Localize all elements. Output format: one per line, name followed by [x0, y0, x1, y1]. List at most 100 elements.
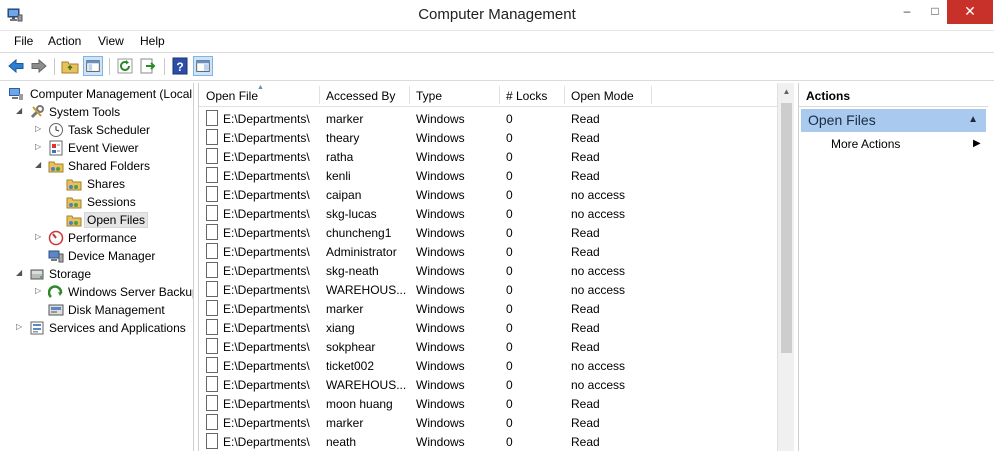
column-divider[interactable] — [564, 86, 565, 104]
column-divider[interactable] — [409, 86, 410, 104]
tree-item-shared-folders[interactable]: ◢ Shared Folders — [0, 157, 193, 175]
tree-item-shares[interactable]: Shares — [0, 175, 193, 193]
table-row[interactable]: E:\Departments\ WAREHOUS... Windows 0 no acc… — [199, 280, 777, 299]
shared-folder-icon — [66, 197, 82, 209]
file-icon — [206, 300, 218, 316]
column-header-open-file[interactable]: Open File — [206, 89, 258, 103]
tree-item-label: Shares — [87, 177, 126, 191]
cell-type: Windows — [416, 112, 465, 126]
column-header-open-mode[interactable]: Open Mode — [571, 89, 634, 103]
scrollbar-thumb[interactable] — [781, 103, 792, 353]
more-actions-item[interactable]: More Actions — [831, 137, 900, 151]
help-icon[interactable]: ? — [170, 56, 190, 76]
cell-locks: 0 — [506, 416, 513, 430]
expand-arrow-icon[interactable]: ▷ — [35, 287, 43, 295]
expand-arrow-icon[interactable]: ▷ — [35, 233, 43, 241]
menu-action[interactable]: Action — [48, 34, 81, 48]
list-vertical-scrollbar[interactable]: ▲ — [777, 83, 794, 451]
table-row[interactable]: E:\Departments\ skg-lucas Windows 0 no acces… — [199, 204, 777, 223]
menu-file[interactable]: File — [14, 34, 33, 48]
table-row[interactable]: E:\Departments\ marker Windows 0 Read — [199, 299, 777, 318]
forward-icon[interactable] — [29, 56, 49, 76]
table-row[interactable]: E:\Departments\ marker Windows 0 Read — [199, 109, 777, 128]
cell-type: Windows — [416, 397, 465, 411]
cell-type: Windows — [416, 283, 465, 297]
expand-arrow-icon[interactable]: ▷ — [35, 125, 43, 133]
column-divider[interactable] — [499, 86, 500, 104]
table-row[interactable]: E:\Departments\ WAREHOUS... Windows 0 no acc… — [199, 375, 777, 394]
table-row[interactable]: E:\Departments\ marker Windows 0 Read — [199, 413, 777, 432]
cell-open-mode: Read — [571, 321, 600, 335]
scroll-up-arrow-icon[interactable]: ▲ — [778, 83, 795, 100]
disk-management-icon — [48, 304, 64, 316]
column-header-accessed-by[interactable]: Accessed By — [326, 89, 395, 103]
menu-view[interactable]: View — [98, 34, 124, 48]
table-row[interactable]: E:\Departments\ skg-neath Windows 0 no acces… — [199, 261, 777, 280]
column-divider[interactable] — [319, 86, 320, 104]
cell-type: Windows — [416, 245, 465, 259]
cell-locks: 0 — [506, 359, 513, 373]
column-header-type[interactable]: Type — [416, 89, 442, 103]
up-folder-icon[interactable] — [60, 56, 80, 76]
tree-item-computer-management[interactable]: Computer Management (Local — [0, 85, 193, 103]
collapse-arrow-icon[interactable]: ◢ — [16, 269, 24, 277]
file-icon — [206, 148, 218, 164]
collapse-section-icon[interactable]: ▲ — [968, 114, 978, 125]
tree-item-label: Sessions — [87, 195, 136, 209]
collapse-arrow-icon[interactable]: ◢ — [16, 107, 24, 115]
cell-accessed-by: WAREHOUS... — [326, 283, 407, 297]
table-row[interactable]: E:\Departments\ Administrator Windows 0 Read — [199, 242, 777, 261]
tree-item-performance[interactable]: ▷ Performance — [0, 229, 193, 247]
table-row[interactable]: E:\Departments\ neath Windows 0 Read — [199, 432, 777, 451]
column-divider[interactable] — [651, 86, 652, 104]
cell-accessed-by: xiang — [326, 321, 355, 335]
cell-accessed-by: moon huang — [326, 397, 393, 411]
cell-open-file: E:\Departments\ — [223, 378, 310, 392]
table-row[interactable]: E:\Departments\ kenli Windows 0 Read — [199, 166, 777, 185]
tree-item-windows-server-backup[interactable]: ▷ Windows Server Backup — [0, 283, 193, 301]
actions-section-open-files[interactable]: Open Files ▲ — [801, 109, 986, 132]
table-row[interactable]: E:\Departments\ chuncheng1 Windows 0 Read — [199, 223, 777, 242]
tree-item-services-and-applications[interactable]: ▷ Services and Applications — [0, 319, 193, 337]
expand-arrow-icon[interactable]: ▷ — [35, 143, 43, 151]
menu-help[interactable]: Help — [140, 34, 165, 48]
table-row[interactable]: E:\Departments\ moon huang Windows 0 Read — [199, 394, 777, 413]
cell-accessed-by: skg-neath — [326, 264, 379, 278]
storage-icon — [30, 269, 44, 280]
cell-open-mode: Read — [571, 340, 600, 354]
table-row[interactable]: E:\Departments\ ticket002 Windows 0 no acces… — [199, 356, 777, 375]
close-button[interactable]: ✕ — [947, 0, 993, 24]
tree-item-device-manager[interactable]: Device Manager — [0, 247, 193, 265]
tree-item-storage[interactable]: ◢ Storage — [0, 265, 193, 283]
table-row[interactable]: E:\Departments\ caipan Windows 0 no access — [199, 185, 777, 204]
tree-item-disk-management[interactable]: Disk Management — [0, 301, 193, 319]
cell-locks: 0 — [506, 340, 513, 354]
tree-item-system-tools[interactable]: ◢ System Tools — [0, 103, 193, 121]
minimize-button[interactable]: – — [893, 0, 921, 24]
refresh-icon[interactable] — [115, 56, 135, 76]
tree-item-event-viewer[interactable]: ▷ Event Viewer — [0, 139, 193, 157]
expand-arrow-icon[interactable]: ▷ — [16, 323, 24, 331]
table-row[interactable]: E:\Departments\ xiang Windows 0 Read — [199, 318, 777, 337]
show-hide-action-pane-icon[interactable] — [193, 56, 213, 76]
tree-item-task-scheduler[interactable]: ▷ Task Scheduler — [0, 121, 193, 139]
back-icon[interactable] — [6, 56, 26, 76]
file-icon — [206, 262, 218, 278]
maximize-button[interactable]: □ — [921, 0, 949, 24]
cell-open-file: E:\Departments\ — [223, 435, 310, 449]
cell-type: Windows — [416, 131, 465, 145]
tree-item-open-files[interactable]: Open Files — [0, 211, 193, 229]
column-header-locks[interactable]: # Locks — [506, 89, 547, 103]
collapse-arrow-icon[interactable]: ◢ — [35, 161, 43, 169]
cell-open-mode: no access — [571, 264, 626, 278]
toolbar-separator — [164, 58, 165, 75]
table-row[interactable]: E:\Departments\ ratha Windows 0 Read — [199, 147, 777, 166]
table-row[interactable]: E:\Departments\ theary Windows 0 Read — [199, 128, 777, 147]
cell-open-mode: no access — [571, 188, 626, 202]
export-list-icon[interactable] — [138, 56, 158, 76]
show-hide-console-tree-icon[interactable] — [83, 56, 103, 76]
tree-item-sessions[interactable]: Sessions — [0, 193, 193, 211]
table-row[interactable]: E:\Departments\ sokphear Windows 0 Read — [199, 337, 777, 356]
cell-open-file: E:\Departments\ — [223, 169, 310, 183]
cell-open-file: E:\Departments\ — [223, 359, 310, 373]
